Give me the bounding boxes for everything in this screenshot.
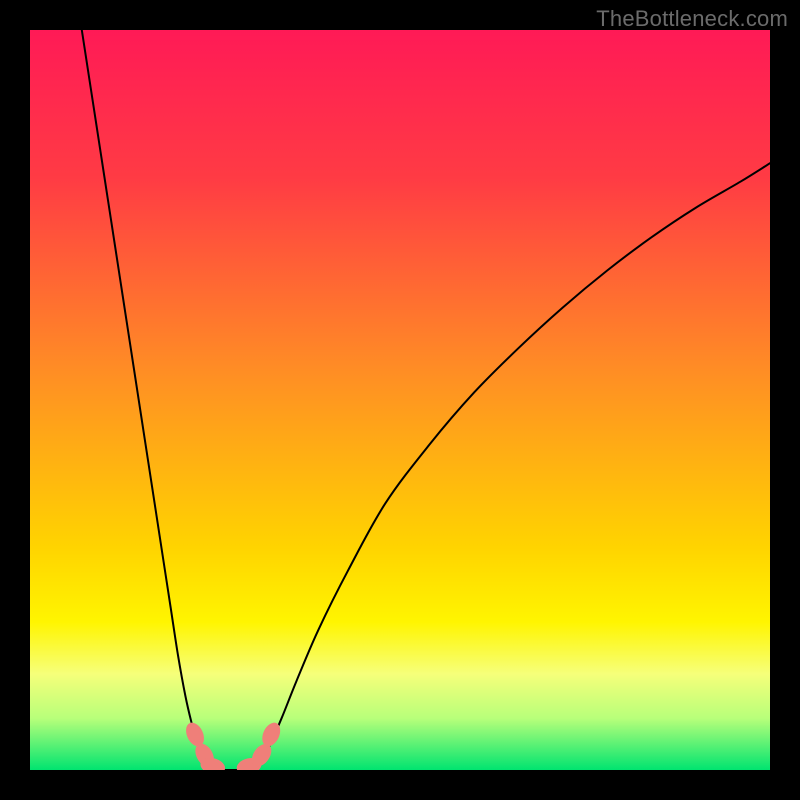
chart-plot <box>30 30 770 770</box>
chart-frame: TheBottleneck.com <box>0 0 800 800</box>
chart-background <box>30 30 770 770</box>
watermark-label: TheBottleneck.com <box>596 6 788 32</box>
